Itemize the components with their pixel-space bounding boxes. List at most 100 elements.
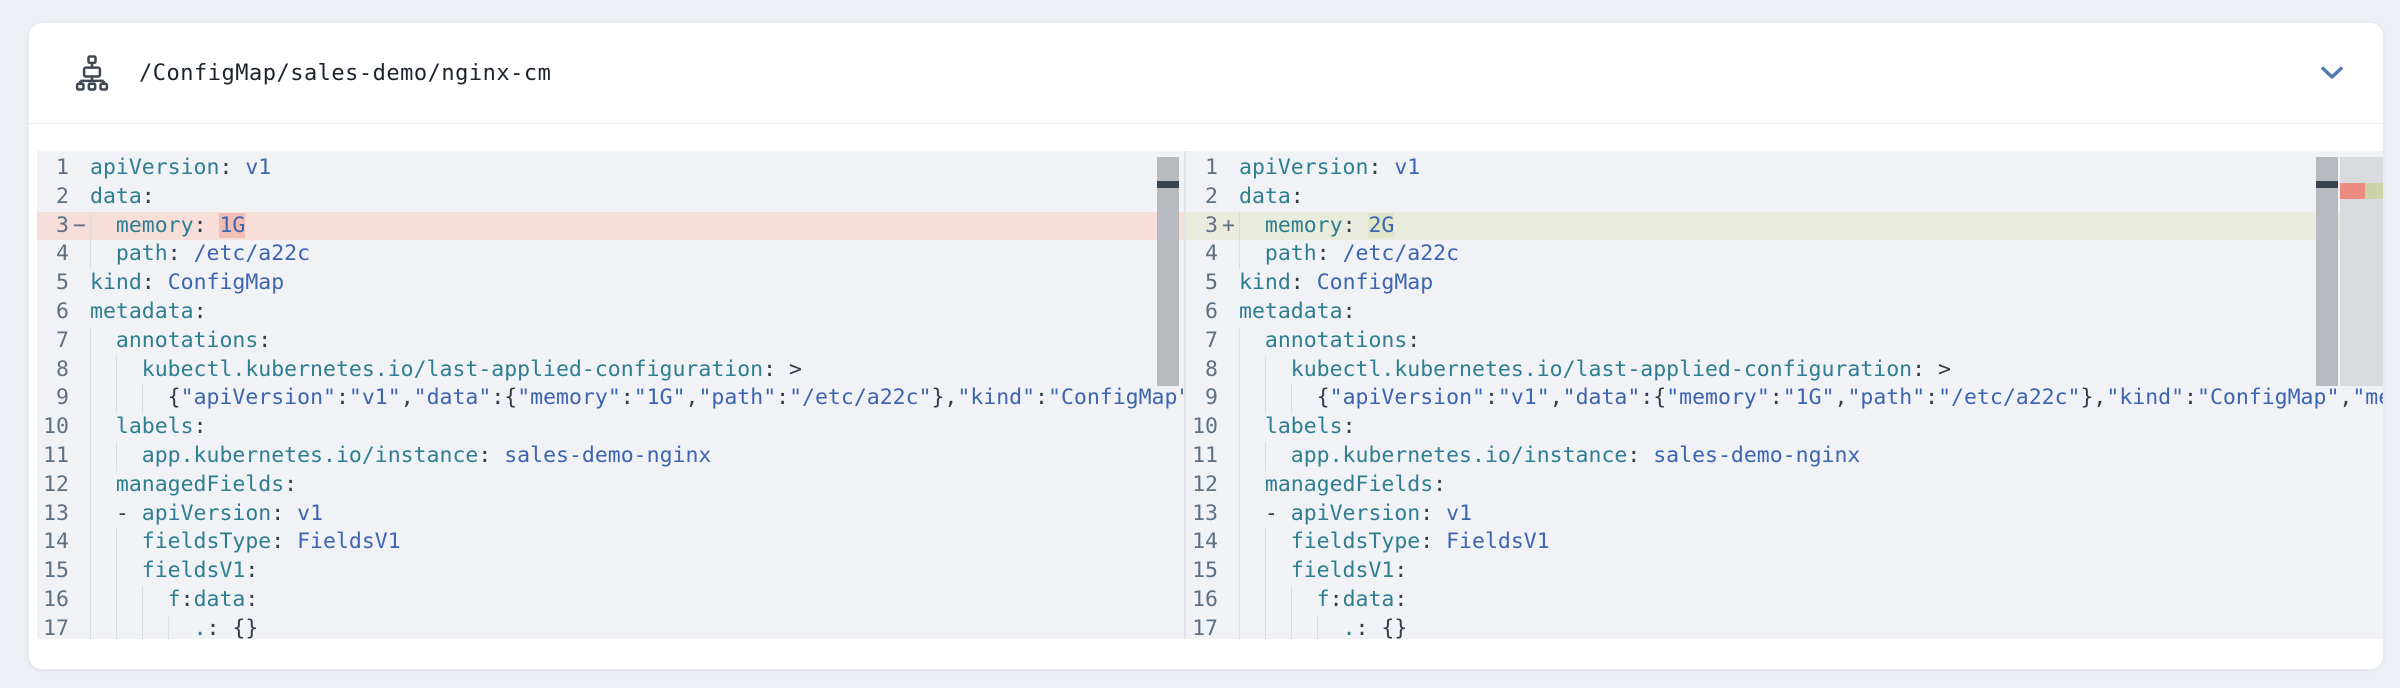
- code-line: 11 app.kubernetes.io/instance: sales-dem…: [37, 442, 1184, 471]
- line-content: labels:: [1239, 413, 2384, 442]
- diff-sign-empty: [69, 528, 90, 557]
- line-number: 14: [1186, 528, 1218, 557]
- indent-guide: [1317, 615, 1318, 639]
- code-line: 15 fieldsV1:: [1186, 557, 2384, 586]
- indent-guide: [1239, 615, 1240, 639]
- line-number: 13: [37, 500, 69, 529]
- code-line: 9 {"apiVersion":"v1","data":{"memory":"1…: [1186, 384, 2384, 413]
- diff-sign-empty: [69, 183, 90, 212]
- line-number: 7: [37, 327, 69, 356]
- line-content: kubectl.kubernetes.io/last-applied-confi…: [90, 356, 1184, 385]
- indent-guide: [1291, 615, 1292, 639]
- diff-sign: −: [69, 212, 90, 241]
- line-number: 5: [37, 269, 69, 298]
- indent-guide: [1239, 586, 1240, 615]
- code-line: 10 labels:: [37, 413, 1184, 442]
- diff-sign-empty: [1218, 327, 1239, 356]
- line-content: kind: ConfigMap: [1239, 269, 2384, 298]
- sitemap-icon: [73, 54, 111, 92]
- resource-diff-card: /ConfigMap/sales-demo/nginx-cm 1apiVersi…: [28, 22, 2384, 670]
- code-line: 2data:: [37, 183, 1184, 212]
- line-number: 11: [37, 442, 69, 471]
- code-line: 4 path: /etc/a22c: [37, 240, 1184, 269]
- diff-pane-modified[interactable]: 1apiVersion: v12data:3+ memory: 2G4 path…: [1186, 151, 2384, 639]
- code-line: 1apiVersion: v1: [1186, 154, 2384, 183]
- indent-guide: [142, 615, 143, 639]
- code-line: 9 {"apiVersion":"v1","data":{"memory":"1…: [37, 384, 1184, 413]
- scrollbar-position-marker: [1157, 181, 1179, 188]
- code-lines: 1apiVersion: v12data:3+ memory: 2G4 path…: [1186, 154, 2384, 639]
- code-line: 6metadata:: [1186, 298, 2384, 327]
- line-number: 4: [37, 240, 69, 269]
- indent-guide: [1265, 586, 1266, 615]
- line-content: {"apiVersion":"v1","data":{"memory":"1G"…: [90, 384, 1184, 413]
- diff-sign-empty: [1218, 183, 1239, 212]
- resource-path-title: /ConfigMap/sales-demo/nginx-cm: [139, 61, 551, 86]
- diff-sign-empty: [69, 384, 90, 413]
- line-content: app.kubernetes.io/instance: sales-demo-n…: [1239, 442, 2384, 471]
- indent-guide: [1291, 384, 1292, 413]
- line-number: 6: [1186, 298, 1218, 327]
- line-number: 12: [37, 471, 69, 500]
- indent-guide: [116, 356, 117, 385]
- indent-guide: [116, 557, 117, 586]
- code-line: 16 f:data:: [37, 586, 1184, 615]
- diff-sign-empty: [69, 615, 90, 639]
- indent-guide: [90, 384, 91, 413]
- line-content: labels:: [90, 413, 1184, 442]
- diff-sign-empty: [69, 298, 90, 327]
- code-line: 10 labels:: [1186, 413, 2384, 442]
- indent-guide: [90, 212, 91, 241]
- indent-guide: [90, 327, 91, 356]
- diff-sign-empty: [1218, 500, 1239, 529]
- code-line: 7 annotations:: [37, 327, 1184, 356]
- code-line: 6metadata:: [37, 298, 1184, 327]
- diff-sign-empty: [69, 586, 90, 615]
- chevron-down-icon[interactable]: [2315, 56, 2349, 90]
- line-content: app.kubernetes.io/instance: sales-demo-n…: [90, 442, 1184, 471]
- line-number: 5: [1186, 269, 1218, 298]
- code-line: 14 fieldsType: FieldsV1: [1186, 528, 2384, 557]
- diff-pane-original[interactable]: 1apiVersion: v12data:3− memory: 1G4 path…: [37, 151, 1184, 639]
- diff-sign-empty: [1218, 413, 1239, 442]
- indent-guide: [1265, 442, 1266, 471]
- diff-editor: 1apiVersion: v12data:3− memory: 1G4 path…: [37, 151, 2384, 639]
- code-line: 8 kubectl.kubernetes.io/last-applied-con…: [37, 356, 1184, 385]
- scrollbar-position-marker: [2316, 181, 2338, 188]
- indent-guide: [1239, 327, 1240, 356]
- line-number: 10: [1186, 413, 1218, 442]
- indent-guide: [1265, 356, 1266, 385]
- line-content: memory: 2G: [1239, 212, 2384, 241]
- code-line: 3+ memory: 2G: [1186, 212, 2384, 241]
- line-content: path: /etc/a22c: [90, 240, 1184, 269]
- code-line: 14 fieldsType: FieldsV1: [37, 528, 1184, 557]
- overview-delete-mark: [2340, 183, 2365, 199]
- indent-guide: [1239, 240, 1240, 269]
- indent-guide: [90, 528, 91, 557]
- indent-guide: [116, 442, 117, 471]
- overview-insert-mark: [2365, 183, 2384, 199]
- line-number: 15: [37, 557, 69, 586]
- code-line: 4 path: /etc/a22c: [1186, 240, 2384, 269]
- indent-guide: [1239, 500, 1240, 529]
- code-line: 5kind: ConfigMap: [37, 269, 1184, 298]
- diff-sign-empty: [1218, 557, 1239, 586]
- line-content: managedFields:: [90, 471, 1184, 500]
- line-content: apiVersion: v1: [1239, 154, 2384, 183]
- diff-sign-empty: [69, 356, 90, 385]
- scrollbar-thumb-original[interactable]: [1157, 157, 1179, 386]
- line-content: path: /etc/a22c: [1239, 240, 2384, 269]
- line-number: 1: [37, 154, 69, 183]
- diff-overview-ruler: [2340, 157, 2384, 386]
- line-content: .: {}: [1239, 615, 2384, 639]
- code-line: 12 managedFields:: [1186, 471, 2384, 500]
- scrollbar-thumb-modified[interactable]: [2316, 157, 2338, 386]
- line-content: annotations:: [90, 327, 1184, 356]
- line-number: 8: [1186, 356, 1218, 385]
- line-number: 10: [37, 413, 69, 442]
- line-content: .: {}: [90, 615, 1184, 639]
- diff-sign-empty: [1218, 586, 1239, 615]
- resource-header[interactable]: /ConfigMap/sales-demo/nginx-cm: [29, 23, 2383, 124]
- line-number: 17: [1186, 615, 1218, 639]
- indent-guide: [1239, 528, 1240, 557]
